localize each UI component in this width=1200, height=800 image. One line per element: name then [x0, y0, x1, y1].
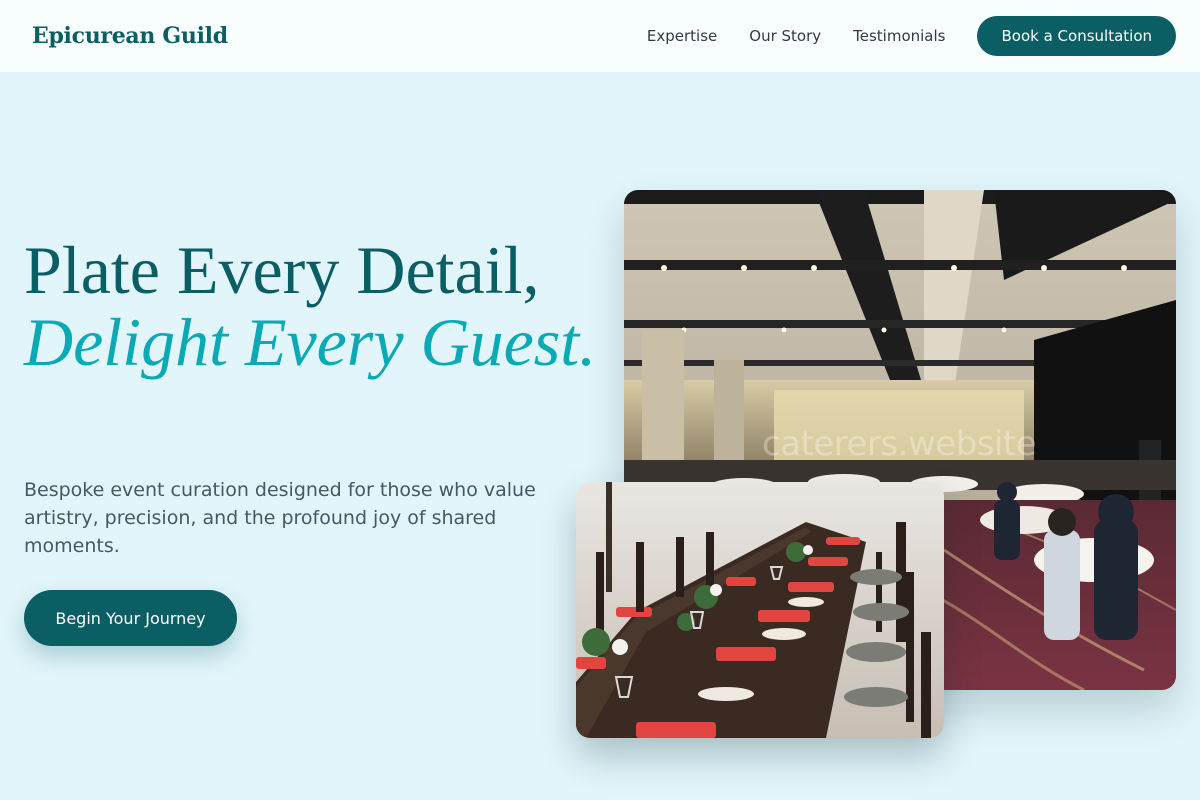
begin-journey-button[interactable]: Begin Your Journey [24, 590, 237, 646]
book-consultation-button[interactable]: Book a Consultation [977, 16, 1176, 56]
brand-logo[interactable]: Epicurean Guild [32, 23, 228, 49]
site-header: Epicurean Guild Expertise Our Story Test… [0, 0, 1200, 72]
hero-title: Plate Every Detail, Delight Every Guest. [24, 234, 604, 378]
hero-description: Bespoke event curation designed for thos… [24, 479, 536, 557]
main-nav: Expertise Our Story Testimonials Book a … [647, 16, 1176, 56]
nav-link-our-story[interactable]: Our Story [749, 27, 821, 45]
table-setting-image [576, 482, 944, 738]
hero-title-line: Plate Every Detail, [24, 232, 540, 308]
nav-link-expertise[interactable]: Expertise [647, 27, 717, 45]
hero-title-accent: Delight Every Guest. [24, 304, 597, 380]
nav-link-testimonials[interactable]: Testimonials [853, 27, 945, 45]
